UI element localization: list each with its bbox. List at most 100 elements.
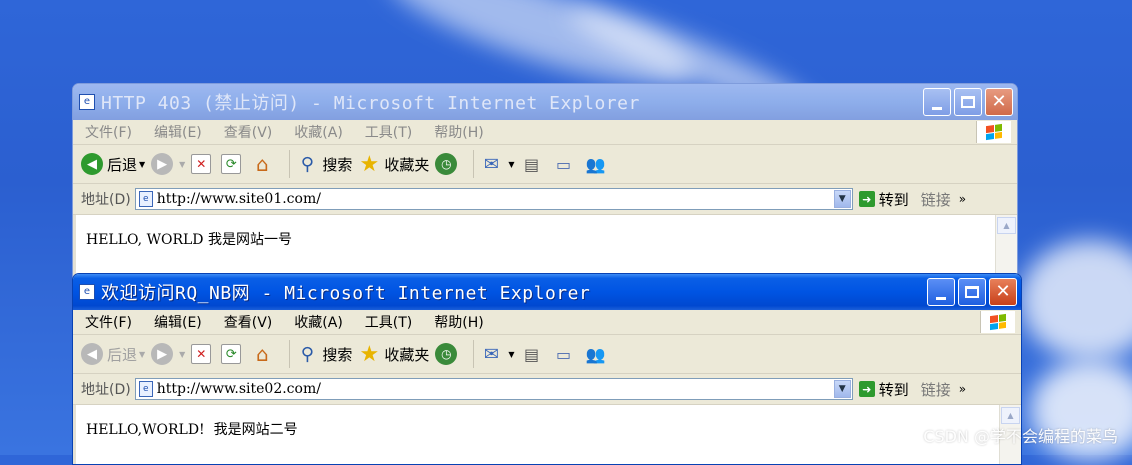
minimize-button[interactable] <box>923 88 951 116</box>
page-content: HELLO,WORLD! 我是网站二号 ▲ <box>73 405 1021 464</box>
menu-favorites[interactable]: 收藏(A) <box>294 312 343 332</box>
maximize-button[interactable] <box>958 278 986 306</box>
mail-button[interactable]: ✉ ▼ <box>480 343 515 365</box>
menu-favorites[interactable]: 收藏(A) <box>294 122 343 142</box>
favorites-button[interactable]: ★ 收藏夹 <box>358 341 429 367</box>
menu-file[interactable]: 文件(F) <box>85 122 132 142</box>
history-button[interactable]: ◷ <box>435 153 461 175</box>
edit-button[interactable]: ▭ <box>553 153 579 175</box>
menu-view[interactable]: 查看(V) <box>224 122 273 142</box>
menu-bar: 文件(F) 编辑(E) 查看(V) 收藏(A) 工具(T) 帮助(H) <box>73 120 1017 145</box>
standard-toolbar: ◀ 后退 ▼ ▶ ▼ ✕ ⟳ ⌂ ⚲ 搜索 ★ 收藏夹 ◷ ✉ ▼ ▤ ▭ 👥 <box>73 335 1021 374</box>
forward-arrow-icon: ▶ <box>151 153 174 175</box>
watermark: CSDN @学不会编程的菜鸟 <box>923 427 1118 446</box>
ie-window-inactive[interactable]: e HTTP 403 (禁止访问) - Microsoft Internet E… <box>72 83 1018 285</box>
messenger-button[interactable]: 👥 <box>585 153 611 175</box>
stop-icon: ✕ <box>191 344 212 364</box>
address-dropdown-icon[interactable]: ▼ <box>833 380 851 398</box>
back-button[interactable]: ◀ 后退 ▼ <box>81 153 145 175</box>
favorites-button[interactable]: ★ 收藏夹 <box>358 151 429 177</box>
messenger-button[interactable]: 👥 <box>585 343 611 365</box>
menu-help[interactable]: 帮助(H) <box>434 122 483 142</box>
ie-page-icon: e <box>79 284 95 300</box>
go-label: 转到 <box>878 190 909 209</box>
print-button[interactable]: ▤ <box>521 343 547 365</box>
dropdown-arrow-icon[interactable]: ▼ <box>508 160 514 169</box>
stop-button[interactable]: ✕ <box>191 154 215 174</box>
menu-edit[interactable]: 编辑(E) <box>154 122 202 142</box>
history-icon: ◷ <box>435 153 458 175</box>
edit-button[interactable]: ▭ <box>553 343 579 365</box>
close-button[interactable]: ✕ <box>989 278 1017 306</box>
back-label: 后退 <box>107 345 138 364</box>
refresh-icon: ⟳ <box>221 154 242 174</box>
scroll-up-icon[interactable]: ▲ <box>1001 407 1020 424</box>
dropdown-arrow-icon[interactable]: ▼ <box>139 160 145 169</box>
search-button[interactable]: ⚲ 搜索 <box>296 153 353 175</box>
go-button[interactable]: ➜ 转到 <box>858 189 909 210</box>
menu-edit[interactable]: 编辑(E) <box>154 312 202 332</box>
dropdown-arrow-icon[interactable]: ▼ <box>179 350 185 359</box>
back-button[interactable]: ◀ 后退 ▼ <box>81 343 145 365</box>
dropdown-arrow-icon[interactable]: ▼ <box>179 160 185 169</box>
chevron-right-icon[interactable]: » <box>959 192 966 206</box>
forward-button[interactable]: ▶ ▼ <box>151 343 185 365</box>
dropdown-arrow-icon[interactable]: ▼ <box>508 350 514 359</box>
back-arrow-icon: ◀ <box>81 153 103 175</box>
home-button[interactable]: ⌂ <box>251 342 277 366</box>
address-url[interactable]: http://www.site01.com/ <box>157 191 321 207</box>
home-icon: ⌂ <box>255 342 269 366</box>
standard-toolbar: ◀ 后退 ▼ ▶ ▼ ✕ ⟳ ⌂ ⚲ 搜索 ★ 收藏夹 ◷ ✉ ▼ ▤ ▭ 👥 <box>73 145 1017 184</box>
forward-button[interactable]: ▶ ▼ <box>151 153 185 175</box>
history-button[interactable]: ◷ <box>435 343 461 365</box>
edit-icon: ▭ <box>555 154 572 174</box>
links-button[interactable]: 链接 <box>921 379 951 400</box>
page-icon: e <box>138 191 153 207</box>
address-input[interactable]: e http://www.site02.com/ ▼ <box>134 378 853 400</box>
minimize-button[interactable] <box>927 278 955 306</box>
stop-button[interactable]: ✕ <box>191 344 215 364</box>
close-icon: ✕ <box>991 91 1007 112</box>
maximize-button[interactable] <box>954 88 982 116</box>
scroll-up-icon[interactable]: ▲ <box>997 217 1016 234</box>
go-button[interactable]: ➜ 转到 <box>858 379 909 400</box>
desktop-cloud <box>1020 240 1132 360</box>
search-button[interactable]: ⚲ 搜索 <box>296 343 353 365</box>
refresh-icon: ⟳ <box>221 344 242 364</box>
title-bar[interactable]: e 欢迎访问RQ_NB网 - Microsoft Internet Explor… <box>73 274 1021 310</box>
menu-help[interactable]: 帮助(H) <box>434 312 483 332</box>
search-icon: ⚲ <box>300 153 314 175</box>
menu-tools[interactable]: 工具(T) <box>365 122 412 142</box>
ie-window-active[interactable]: e 欢迎访问RQ_NB网 - Microsoft Internet Explor… <box>72 273 1022 465</box>
dropdown-arrow-icon[interactable]: ▼ <box>139 350 145 359</box>
search-label: 搜索 <box>322 155 353 174</box>
star-icon: ★ <box>359 151 380 177</box>
search-icon: ⚲ <box>300 343 314 365</box>
refresh-button[interactable]: ⟳ <box>221 154 245 174</box>
window-title: HTTP 403 (禁止访问) - Microsoft Internet Exp… <box>101 93 640 114</box>
menu-view[interactable]: 查看(V) <box>224 312 273 332</box>
toolbar-separator <box>473 150 475 178</box>
print-button[interactable]: ▤ <box>521 153 547 175</box>
mail-button[interactable]: ✉ ▼ <box>480 153 515 175</box>
address-input[interactable]: e http://www.site01.com/ ▼ <box>134 188 853 210</box>
close-button[interactable]: ✕ <box>985 88 1013 116</box>
back-arrow-icon: ◀ <box>81 343 103 365</box>
address-dropdown-icon[interactable]: ▼ <box>833 190 851 208</box>
windows-logo-icon <box>976 121 1011 143</box>
menu-file[interactable]: 文件(F) <box>85 312 132 332</box>
title-bar[interactable]: e HTTP 403 (禁止访问) - Microsoft Internet E… <box>73 84 1017 120</box>
links-button[interactable]: 链接 <box>921 189 951 210</box>
search-label: 搜索 <box>322 345 353 364</box>
history-icon: ◷ <box>435 343 458 365</box>
address-bar: 地址(D) e http://www.site01.com/ ▼ ➜ 转到 链接… <box>73 184 1017 215</box>
refresh-button[interactable]: ⟳ <box>221 344 245 364</box>
star-icon: ★ <box>359 341 380 367</box>
address-url[interactable]: http://www.site02.com/ <box>157 381 321 397</box>
chevron-right-icon[interactable]: » <box>959 382 966 396</box>
printer-icon: ▤ <box>523 344 540 364</box>
home-button[interactable]: ⌂ <box>251 152 277 176</box>
messenger-icon: 👥 <box>585 344 606 364</box>
close-icon: ✕ <box>995 281 1011 302</box>
menu-tools[interactable]: 工具(T) <box>365 312 412 332</box>
